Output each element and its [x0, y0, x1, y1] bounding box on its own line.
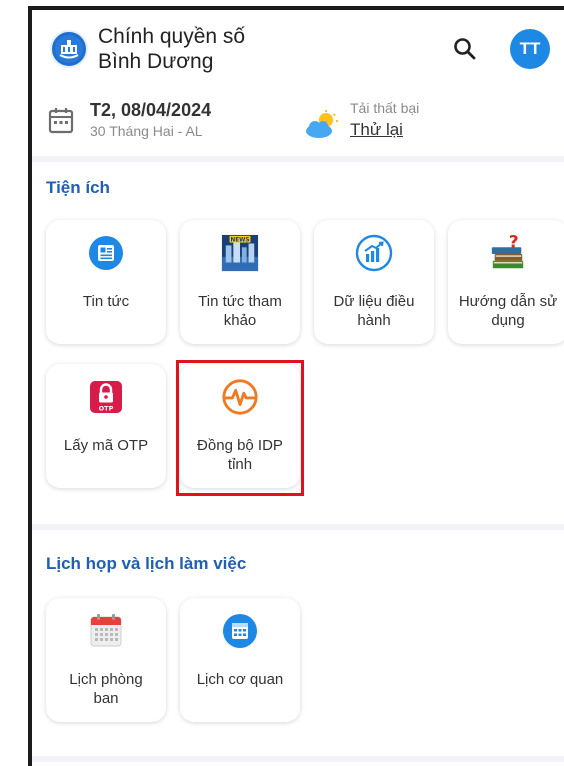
tile-label: Lịch phòng ban — [50, 670, 162, 708]
tile-du-lieu-dieu-hanh[interactable]: Dữ liệu điều hành — [314, 220, 434, 344]
otp-lock-icon: OTP — [87, 378, 125, 416]
app-screen: Chính quyền số Bình Dương TT T2, 08/04/2… — [32, 10, 564, 766]
app-title: Chính quyền số Bình Dương — [98, 24, 245, 74]
tile-label-line1: Lấy mã OTP — [63, 437, 149, 454]
tile-label-line2: khảo — [223, 312, 257, 329]
city-emblem-icon — [50, 30, 88, 68]
tile-label: Dữ liệu điều hành — [318, 292, 430, 330]
tile-label-line1: Tin tức tham — [198, 293, 282, 310]
tile-label-line2: hành — [357, 312, 391, 329]
section-divider — [32, 524, 564, 530]
date-weather-row: T2, 08/04/2024 30 Tháng Hai - AL Tải thấ… — [32, 90, 564, 156]
search-icon[interactable] — [452, 36, 478, 62]
tile-label-line2: ban — [93, 690, 119, 707]
tile-label-line1: Lịch phòng — [69, 671, 143, 688]
tile-tin-tuc-tham-khao[interactable]: NEWS Tin tức tham khảo — [180, 220, 300, 344]
app-title-line2: Bình Dương — [98, 50, 214, 73]
tile-lay-ma-otp[interactable]: OTP Lấy mã OTP — [46, 364, 166, 488]
app-title-line1: Chính quyền số — [98, 25, 246, 48]
lunar-date: 30 Tháng Hai - AL — [90, 123, 203, 139]
tile-label: Lịch cơ quan — [184, 670, 296, 689]
svg-text:?: ? — [509, 233, 519, 252]
tile-tin-tuc[interactable]: Tin tức — [46, 220, 166, 344]
weather-status: Tải thất bại — [350, 100, 420, 116]
user-avatar[interactable]: TT — [510, 29, 550, 69]
section-divider — [32, 156, 564, 162]
news-icon — [87, 234, 125, 272]
news-thumbnail-icon: NEWS — [221, 234, 259, 272]
tile-label: Lấy mã OTP — [50, 436, 162, 455]
section-divider — [32, 756, 564, 762]
otp-badge-text: OTP — [99, 405, 114, 413]
utilities-section-title: Tiện ích — [46, 178, 110, 197]
tile-lich-co-quan[interactable]: Lịch cơ quan — [180, 598, 300, 722]
weather-retry-link[interactable]: Thử lại — [350, 120, 403, 140]
analytics-chart-icon — [355, 234, 393, 272]
meetings-section-title: Lịch họp và lịch làm việc — [46, 554, 247, 573]
tile-label-line1: Dữ liệu điều — [333, 293, 415, 310]
tile-label: Tin tức tham khảo — [184, 292, 296, 330]
tile-huong-dan-su-dung[interactable]: ? Hướng dẫn sử dụng — [448, 220, 564, 344]
tile-label-line1: Tin tức — [82, 293, 130, 310]
tile-label: Hướng dẫn sử dụng — [452, 292, 564, 330]
current-date: T2, 08/04/2024 — [90, 100, 212, 120]
calendar-icon — [48, 106, 74, 134]
tile-lich-phong-ban[interactable]: Lịch phòng ban — [46, 598, 166, 722]
tile-label: Tin tức — [50, 292, 162, 311]
svg-text:NEWS: NEWS — [230, 238, 249, 244]
calendar-grid-icon — [87, 612, 125, 650]
tile-label-line2: dụng — [491, 312, 525, 329]
partly-cloudy-icon — [304, 110, 340, 140]
books-question-icon: ? — [489, 233, 527, 272]
app-header: Chính quyền số Bình Dương TT — [32, 10, 564, 90]
tile-label-line1: Lịch cơ quan — [196, 671, 284, 688]
highlight-box — [176, 360, 304, 496]
calendar-app-icon — [221, 612, 259, 650]
tile-label-line1: Hướng dẫn sử — [458, 293, 558, 310]
